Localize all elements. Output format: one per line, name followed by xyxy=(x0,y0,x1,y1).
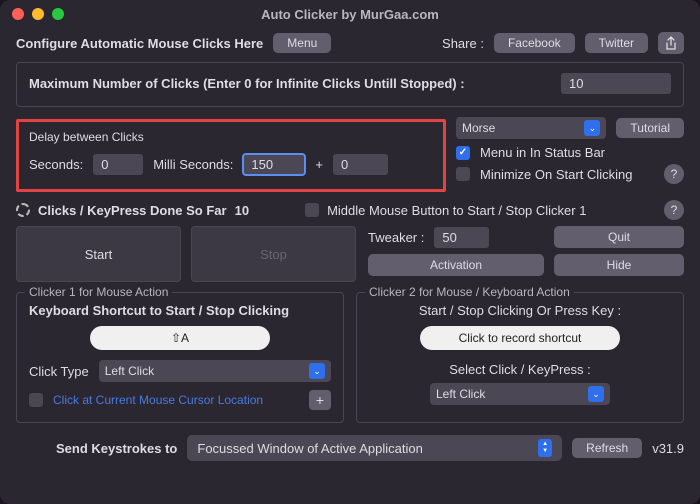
morse-select[interactable]: Morse ⌄ xyxy=(456,117,606,139)
seconds-input[interactable] xyxy=(93,154,143,175)
help-icon[interactable]: ? xyxy=(664,164,684,184)
configure-label: Configure Automatic Mouse Clicks Here xyxy=(16,36,263,51)
ms-input[interactable] xyxy=(243,154,305,175)
shortcut-label: Keyboard Shortcut to Start / Stop Clicki… xyxy=(29,303,331,318)
tweaker-input[interactable] xyxy=(434,227,489,248)
help-icon-2[interactable]: ? xyxy=(664,200,684,220)
extra-input[interactable] xyxy=(333,154,388,175)
share-icon[interactable] xyxy=(658,32,684,54)
minimize-checkbox[interactable] xyxy=(456,167,470,181)
send-keystrokes-label: Send Keystrokes to xyxy=(56,441,177,456)
clicker2-title: Clicker 2 for Mouse / Keyboard Action xyxy=(365,285,574,299)
tweaker-label: Tweaker : xyxy=(368,230,424,245)
target-select[interactable]: Focussed Window of Active Application ▲▼ xyxy=(187,435,562,461)
chevron-down-icon: ⌄ xyxy=(584,120,600,136)
menu-button[interactable]: Menu xyxy=(273,33,331,53)
chevron-down-icon: ⌄ xyxy=(309,363,325,379)
tutorial-button[interactable]: Tutorial xyxy=(616,118,684,138)
cursor-loc-label: Click at Current Mouse Cursor Location xyxy=(53,393,263,407)
shortcut-pill[interactable]: ⇧A xyxy=(90,326,270,350)
stop-button[interactable]: Stop xyxy=(191,226,356,282)
seconds-label: Seconds: xyxy=(29,157,83,172)
hide-button[interactable]: Hide xyxy=(554,254,684,276)
updown-icon: ▲▼ xyxy=(538,439,552,457)
click-type-label: Click Type xyxy=(29,364,89,379)
start-stop-label: Start / Stop Clicking Or Press Key : xyxy=(369,303,671,318)
quit-button[interactable]: Quit xyxy=(554,226,684,248)
window-title: Auto Clicker by MurGaa.com xyxy=(0,7,700,22)
max-clicks-label: Maximum Number of Clicks (Enter 0 for In… xyxy=(29,76,465,91)
select-click-label: Select Click / KeyPress : xyxy=(369,362,671,377)
menu-status-label: Menu in In Status Bar xyxy=(480,145,605,160)
done-label: Clicks / KeyPress Done So Far xyxy=(38,203,227,218)
clicker1-title: Clicker 1 for Mouse Action xyxy=(25,285,172,299)
select-click-select[interactable]: Left Click ⌄ xyxy=(430,383,610,405)
plus-label: + xyxy=(315,157,323,172)
spinner-icon xyxy=(16,203,30,217)
version-label: v31.9 xyxy=(652,441,684,456)
twitter-button[interactable]: Twitter xyxy=(585,33,648,53)
chevron-down-icon: ⌄ xyxy=(588,386,604,402)
plus-button[interactable]: + xyxy=(309,390,331,410)
done-value: 10 xyxy=(235,203,249,218)
minimize-label: Minimize On Start Clicking xyxy=(480,167,632,182)
middle-mouse-checkbox[interactable] xyxy=(305,203,319,217)
middle-mouse-label: Middle Mouse Button to Start / Stop Clic… xyxy=(327,203,586,218)
cursor-loc-checkbox[interactable] xyxy=(29,393,43,407)
delay-section-highlight: Delay between Clicks Seconds: Milli Seco… xyxy=(16,119,446,192)
record-shortcut-button[interactable]: Click to record shortcut xyxy=(420,326,620,350)
refresh-button[interactable]: Refresh xyxy=(572,438,642,458)
facebook-button[interactable]: Facebook xyxy=(494,33,575,53)
max-clicks-input[interactable] xyxy=(561,73,671,94)
share-label: Share : xyxy=(442,36,484,51)
activation-button[interactable]: Activation xyxy=(368,254,544,276)
menu-status-checkbox[interactable] xyxy=(456,146,470,160)
ms-label: Milli Seconds: xyxy=(153,157,233,172)
delay-title: Delay between Clicks xyxy=(29,130,429,144)
click-type-select[interactable]: Left Click ⌄ xyxy=(99,360,331,382)
start-button[interactable]: Start xyxy=(16,226,181,282)
